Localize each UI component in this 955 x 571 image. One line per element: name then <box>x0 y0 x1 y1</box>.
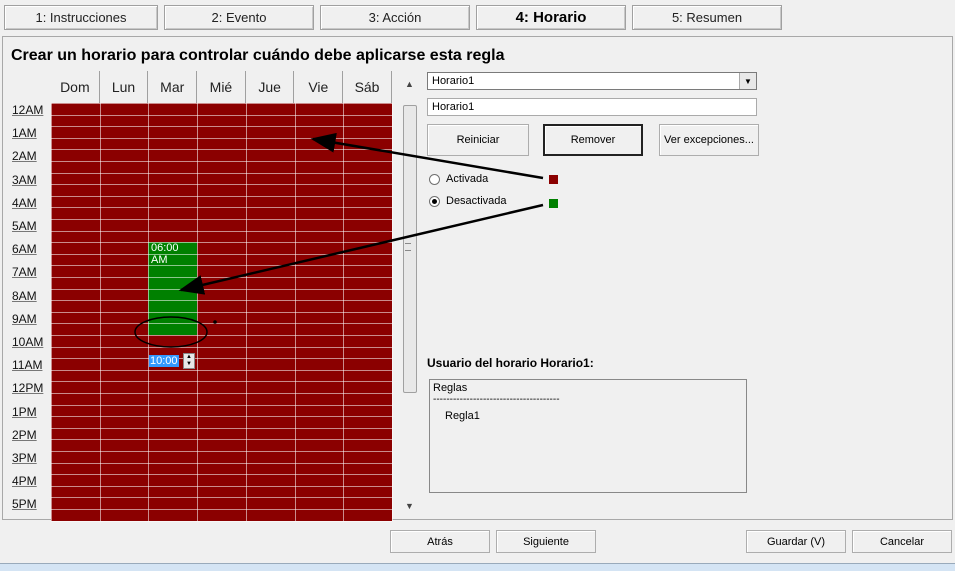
wizard-tabs: 1: Instrucciones 2: Evento 3: Acción 4: … <box>0 0 955 36</box>
annotation-circle <box>134 316 208 348</box>
annotation-arrows <box>134 132 544 348</box>
footer-bar: Atrás Siguiente Guardar (V) Cancelar <box>2 521 953 561</box>
tab-evento[interactable]: 2: Evento <box>164 5 314 30</box>
annotation-dot <box>213 320 217 324</box>
tab-resumen[interactable]: 5: Resumen <box>632 5 782 30</box>
next-button[interactable]: Siguiente <box>496 530 596 553</box>
cancel-button[interactable]: Cancelar <box>852 530 952 553</box>
arrow-active <box>310 132 544 180</box>
back-button[interactable]: Atrás <box>390 530 490 553</box>
tab-accion[interactable]: 3: Acción <box>320 5 470 30</box>
arrow-inactive <box>178 203 544 295</box>
tab-instrucciones[interactable]: 1: Instrucciones <box>4 5 158 30</box>
save-button[interactable]: Guardar (V) <box>746 530 846 553</box>
tab-horario[interactable]: 4: Horario <box>476 5 626 30</box>
schedule-panel: Crear un horario para controlar cuándo d… <box>2 36 953 522</box>
